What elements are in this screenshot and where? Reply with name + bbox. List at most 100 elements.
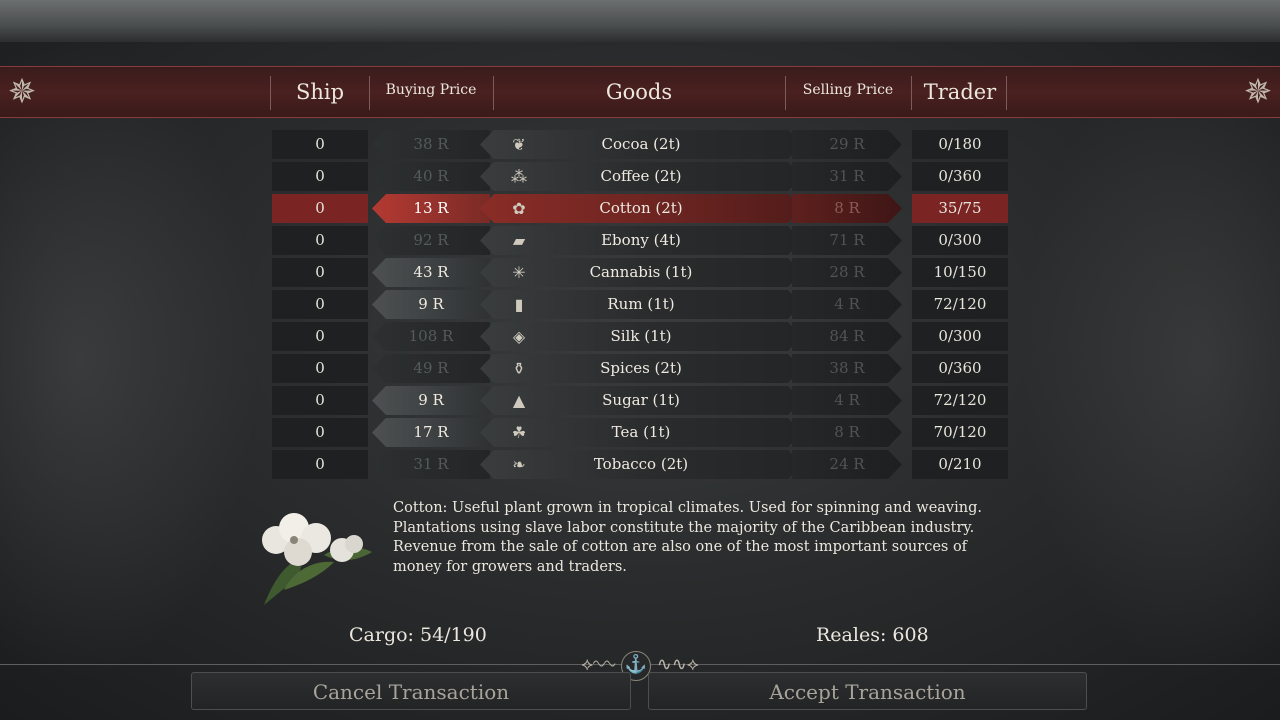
buying-price-button[interactable]: 31 R	[372, 450, 490, 479]
sky-backdrop	[0, 0, 1280, 42]
tobacco-leaves-icon: ❧	[512, 455, 526, 474]
ship-quantity[interactable]: 0	[272, 386, 368, 415]
header-goods: Goods	[605, 80, 673, 104]
ship-quantity[interactable]: 0	[272, 322, 368, 351]
goods-name-cell[interactable]: ❧ Tobacco (2t)	[480, 450, 802, 479]
selling-price-button[interactable]: 71 R	[792, 226, 902, 255]
buying-price-button[interactable]: 38 R	[372, 130, 490, 159]
buying-price-button[interactable]: 43 R	[372, 258, 490, 287]
buying-price-button[interactable]: 92 R	[372, 226, 490, 255]
compass-ornament-icon: ✵	[7, 72, 37, 112]
goods-name: Spices (2t)	[600, 359, 682, 377]
ship-quantity[interactable]: 0	[272, 290, 368, 319]
goods-name-cell[interactable]: ▲ Sugar (1t)	[480, 386, 802, 415]
goods-name: Silk (1t)	[610, 327, 672, 345]
trader-stock: 72/120	[912, 386, 1008, 415]
goods-row[interactable]: 09 R ▲ Sugar (1t) 4 R 72/120	[272, 386, 1008, 415]
goods-row[interactable]: 0 31 R ❧ Tobacco (2t) 24 R 0/210	[272, 450, 1008, 479]
goods-name: Coffee (2t)	[600, 167, 682, 185]
goods-name-cell[interactable]: ✳ Cannabis (1t)	[480, 258, 802, 287]
cancel-transaction-button[interactable]: Cancel Transaction	[191, 672, 631, 710]
goods-name-cell[interactable]: ⁂ Coffee (2t)	[480, 162, 802, 191]
trader-stock: 0/360	[912, 354, 1008, 383]
sugar-pile-icon: ▲	[512, 391, 526, 410]
ship-quantity[interactable]: 0	[272, 226, 368, 255]
goods-name-cell[interactable]: ☘ Tea (1t)	[480, 418, 802, 447]
buying-price-button[interactable]: 9 R	[372, 290, 490, 319]
goods-name-cell[interactable]: ✿ Cotton (2t)	[480, 194, 802, 223]
goods-name-cell[interactable]: ⚱ Spices (2t)	[480, 354, 802, 383]
ship-quantity[interactable]: 0	[272, 354, 368, 383]
trader-stock: 0/300	[912, 226, 1008, 255]
header-divider	[369, 76, 370, 110]
buying-price-button[interactable]: 17 R	[372, 418, 490, 447]
trader-stock: 10/150	[912, 258, 1008, 287]
goods-row[interactable]: 0 40 R ⁂ Coffee (2t) 31 R 0/360	[272, 162, 1008, 191]
ebony-log-icon: ▰	[512, 231, 526, 250]
goods-name: Rum (1t)	[607, 295, 675, 313]
selling-price-button[interactable]: 28 R	[792, 258, 902, 287]
selling-price-button[interactable]: 29 R	[792, 130, 902, 159]
header-buying-price: Buying Price	[385, 82, 477, 98]
selling-price-button[interactable]: 8 R	[792, 418, 902, 447]
selling-price-button[interactable]: 4 R	[792, 290, 902, 319]
goods-name-cell[interactable]: ▮ Rum (1t)	[480, 290, 802, 319]
buying-price-button[interactable]: 9 R	[372, 386, 490, 415]
trader-stock: 0/180	[912, 130, 1008, 159]
selling-price-button[interactable]: 24 R	[792, 450, 902, 479]
tea-leaves-icon: ☘	[511, 423, 527, 442]
selling-price-button[interactable]: 4 R	[792, 386, 902, 415]
goods-name-cell[interactable]: ❦ Cocoa (2t)	[480, 130, 802, 159]
ship-quantity[interactable]: 0	[272, 450, 368, 479]
goods-row[interactable]: 0 13 R ✿ Cotton (2t) 8 R 35/75	[272, 194, 1008, 223]
accept-transaction-button[interactable]: Accept Transaction	[648, 672, 1087, 710]
reales-balance: Reales: 608	[816, 624, 929, 646]
selling-price-button[interactable]: 84 R	[792, 322, 902, 351]
fog-right	[1020, 40, 1280, 680]
goods-row[interactable]: 0 92 R ▰ Ebony (4t) 71 R 0/300	[272, 226, 1008, 255]
ship-quantity[interactable]: 0	[272, 194, 368, 223]
trader-stock: 72/120	[912, 290, 1008, 319]
selling-price-button[interactable]: 31 R	[792, 162, 902, 191]
mortar-pestle-icon: ⚱	[512, 359, 526, 378]
ship-quantity[interactable]: 0	[272, 162, 368, 191]
goods-name: Cocoa (2t)	[601, 135, 681, 153]
selling-price-button[interactable]: 38 R	[792, 354, 902, 383]
buying-price-button[interactable]: 13 R	[372, 194, 490, 223]
compass-ornament-icon: ✵	[1243, 72, 1273, 112]
goods-name: Tobacco (2t)	[593, 455, 689, 473]
header-divider	[785, 76, 786, 110]
silk-roll-icon: ◈	[512, 327, 526, 346]
goods-row[interactable]: 0 38 R ❦ Cocoa (2t) 29 R 0/180	[272, 130, 1008, 159]
selling-price-button[interactable]: 8 R	[792, 194, 902, 223]
goods-row[interactable]: 09 R ▮ Rum (1t) 4 R 72/120	[272, 290, 1008, 319]
buying-price-button[interactable]: 108 R	[372, 322, 490, 351]
goods-name: Tea (1t)	[611, 423, 671, 441]
header-trader: Trader	[923, 80, 997, 104]
cotton-flower-icon: ✿	[512, 199, 526, 218]
goods-row[interactable]: 0 108 R ◈ Silk (1t) 84 R 0/300	[272, 322, 1008, 351]
goods-name: Cannabis (1t)	[589, 263, 693, 281]
cargo-capacity: Cargo: 54/190	[349, 624, 487, 646]
goods-row[interactable]: 0 43 R ✳ Cannabis (1t) 28 R 10/150	[272, 258, 1008, 287]
goods-row[interactable]: 0 49 R ⚱ Spices (2t) 38 R 0/360	[272, 354, 1008, 383]
goods-description: Cotton: Useful plant grown in tropical c…	[393, 500, 982, 575]
goods-name-cell[interactable]: ◈ Silk (1t)	[480, 322, 802, 351]
cotton-illustration	[254, 500, 380, 612]
buying-price-button[interactable]: 49 R	[372, 354, 490, 383]
trader-stock: 35/75	[912, 194, 1008, 223]
cocoa-bean-icon: ❦	[512, 135, 526, 154]
ship-quantity[interactable]: 0	[272, 258, 368, 287]
goods-row[interactable]: 0 17 R ☘ Tea (1t) 8 R 70/120	[272, 418, 1008, 447]
goods-name-cell[interactable]: ▰ Ebony (4t)	[480, 226, 802, 255]
trader-stock: 0/300	[912, 322, 1008, 351]
rum-bottle-icon: ▮	[514, 295, 524, 314]
ship-quantity[interactable]: 0	[272, 130, 368, 159]
ship-quantity[interactable]: 0	[272, 418, 368, 447]
coffee-beans-icon: ⁂	[511, 167, 527, 186]
buying-price-button[interactable]: 40 R	[372, 162, 490, 191]
goods-name: Cotton (2t)	[599, 199, 683, 217]
header-divider	[1006, 76, 1007, 110]
header-ship: Ship	[295, 80, 345, 104]
goods-name: Ebony (4t)	[601, 231, 681, 249]
